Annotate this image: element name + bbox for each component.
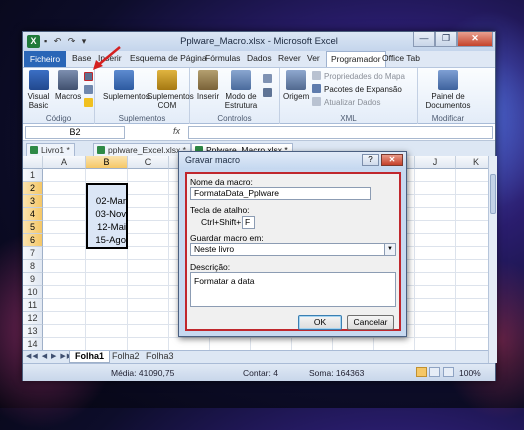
annotation-arrow: [96, 46, 121, 67]
shortcut-label: Tecla de atalho:: [190, 205, 250, 215]
shortcut-prefix: Ctrl+Shift+: [201, 217, 242, 227]
record-macro-dialog: Gravar macro ? ✕ Nome da macro: FormataD…: [178, 151, 407, 337]
shortcut-key-input[interactable]: F: [242, 216, 255, 229]
dialog-body: Nome da macro: FormataData_Pplware Tecla…: [185, 172, 401, 331]
store-macro-value: Neste livro: [194, 244, 235, 254]
dialog-close-button[interactable]: ✕: [381, 154, 403, 166]
store-macro-label: Guardar macro em:: [190, 233, 264, 243]
store-macro-select[interactable]: Neste livro ▼: [190, 243, 396, 256]
cancel-button[interactable]: Cancelar: [347, 315, 394, 330]
description-label: Descrição:: [190, 262, 231, 272]
ok-button[interactable]: OK: [298, 315, 342, 330]
macro-name-input[interactable]: FormataData_Pplware: [190, 187, 371, 200]
macro-name-label: Nome da macro:: [190, 177, 253, 187]
description-textarea[interactable]: Formatar a data: [190, 272, 396, 307]
dialog-help-button[interactable]: ?: [362, 154, 379, 166]
chevron-down-icon[interactable]: ▼: [384, 244, 395, 255]
